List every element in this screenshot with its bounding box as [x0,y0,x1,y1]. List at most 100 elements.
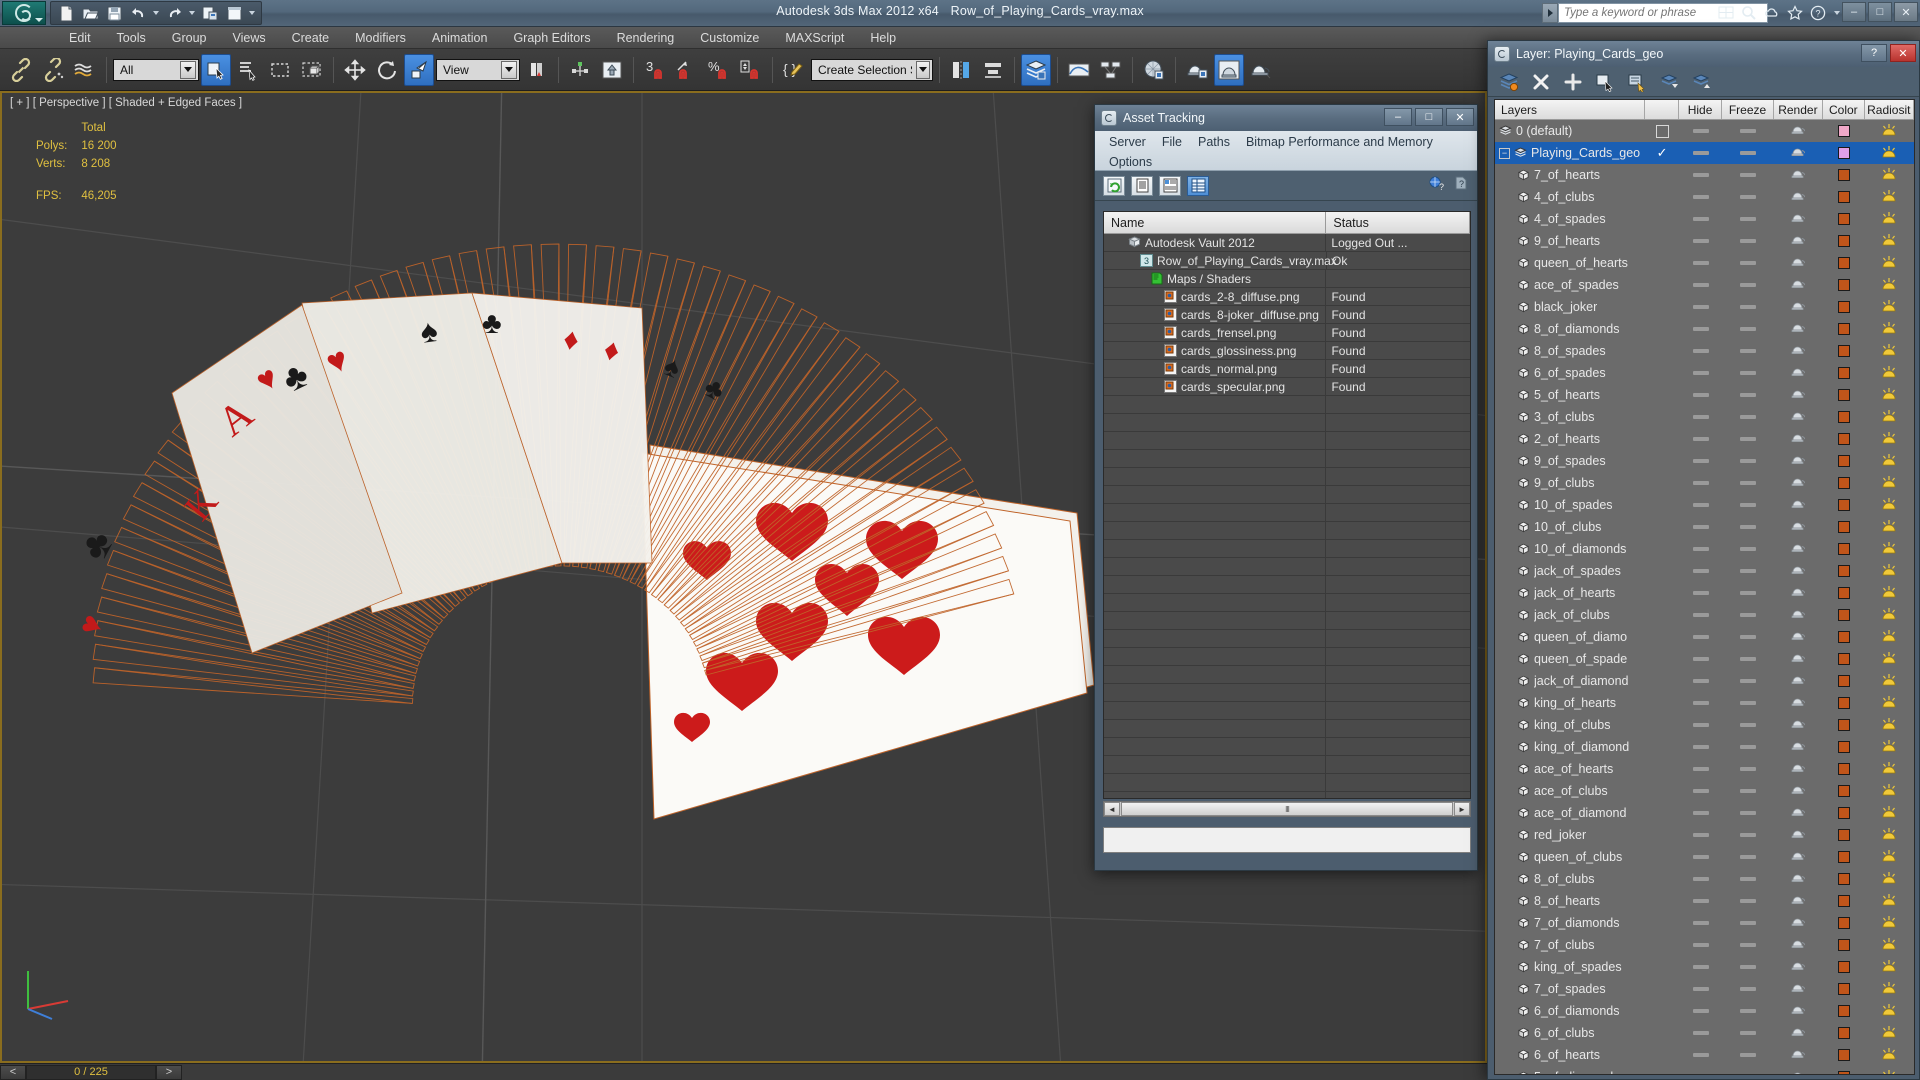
menu-item-create[interactable]: Create [279,27,343,49]
asset-tracking-grid[interactable]: Name Status Autodesk Vault 2012 Logged Ou… [1103,211,1471,799]
layer-radiosity-toggle[interactable] [1865,871,1914,888]
layer-column-color[interactable]: Color [1823,100,1865,119]
add-selection-to-layer-icon[interactable] [1562,71,1584,93]
layer-freeze-toggle[interactable] [1722,635,1773,639]
object-row[interactable]: ace_of_hearts [1495,758,1914,780]
maximize-button[interactable]: □ [1868,2,1892,22]
layer-freeze-toggle[interactable] [1722,877,1773,881]
layer-freeze-toggle[interactable] [1722,701,1773,705]
expander-icon[interactable]: − [1499,147,1510,159]
layer-hide-toggle[interactable] [1679,481,1722,485]
layer-radiosity-toggle[interactable] [1865,893,1914,910]
minimize-button[interactable]: – [1842,2,1866,22]
grid-view-icon[interactable] [1187,175,1209,196]
layer-color-swatch[interactable] [1823,257,1864,269]
asset-row-empty[interactable] [1104,576,1470,594]
layer-render-toggle[interactable] [1774,739,1823,755]
layer-radiosity-toggle[interactable] [1865,739,1914,756]
layer-color-swatch[interactable] [1823,609,1864,621]
menu-item-maxscript[interactable]: MAXScript [772,27,857,49]
refresh-icon[interactable] [1103,175,1125,196]
layer-color-swatch[interactable] [1823,763,1864,775]
layer-hide-toggle[interactable] [1679,503,1722,507]
layer-hide-toggle[interactable] [1679,767,1722,771]
layer-hide-toggle[interactable] [1679,877,1722,881]
layer-radiosity-toggle[interactable] [1865,387,1914,404]
layer-render-toggle[interactable] [1774,519,1823,535]
layer-render-toggle[interactable] [1774,673,1823,689]
layer-hide-toggle[interactable] [1679,173,1722,177]
asset-row-empty[interactable] [1104,522,1470,540]
layer-render-toggle[interactable] [1774,1069,1823,1074]
edit-named-selection-sets-icon[interactable]: { } [779,54,809,86]
layer-render-toggle[interactable] [1774,387,1823,403]
menu-item-group[interactable]: Group [159,27,220,49]
angle-snap-toggle-icon[interactable] [672,54,702,86]
object-row[interactable]: 8_of_clubs [1495,868,1914,890]
layer-freeze-toggle[interactable] [1722,547,1773,551]
layer-radiosity-toggle[interactable] [1865,673,1914,690]
object-row[interactable]: 5_of_hearts [1495,384,1914,406]
layer-current-toggle[interactable] [1645,124,1679,138]
layer-color-swatch[interactable] [1823,191,1864,203]
layer-hide-toggle[interactable] [1679,283,1722,287]
object-row[interactable]: 10_of_clubs [1495,516,1914,538]
layer-radiosity-toggle[interactable] [1865,365,1914,382]
select-objects-in-layer-icon[interactable] [1594,71,1616,93]
layer-color-swatch[interactable] [1823,829,1864,841]
layer-hide-toggle[interactable] [1679,393,1722,397]
layer-freeze-toggle[interactable] [1722,921,1773,925]
layer-freeze-toggle[interactable] [1722,569,1773,573]
menu-item-rendering[interactable]: Rendering [604,27,688,49]
layer-render-toggle[interactable] [1774,409,1823,425]
layer-color-swatch[interactable] [1823,1049,1864,1061]
layer-freeze-toggle[interactable] [1722,1031,1773,1035]
layer-color-swatch[interactable] [1823,851,1864,863]
select-object-button[interactable] [201,53,231,86]
layer-color-swatch[interactable] [1823,411,1864,423]
asset-minimize-button[interactable]: – [1384,108,1412,126]
layer-hide-toggle[interactable] [1679,261,1722,265]
layer-radiosity-toggle[interactable] [1865,343,1914,360]
asset-menu-file[interactable]: File [1154,132,1190,152]
layer-freeze-toggle[interactable] [1722,305,1773,309]
layer-color-swatch[interactable] [1823,455,1864,467]
layer-freeze-toggle[interactable] [1722,657,1773,661]
layer-color-swatch[interactable] [1823,895,1864,907]
layer-freeze-toggle[interactable] [1722,987,1773,991]
layer-radiosity-toggle[interactable] [1865,563,1914,580]
layer-freeze-toggle[interactable] [1722,393,1773,397]
layer-row[interactable]: − Playing_Cards_geo ✓ [1495,142,1914,164]
layer-hide-toggle[interactable] [1679,217,1722,221]
object-row[interactable]: 6_of_clubs [1495,1022,1914,1044]
layer-color-swatch[interactable] [1823,213,1864,225]
layer-color-swatch[interactable] [1823,323,1864,335]
asset-row-empty[interactable] [1104,414,1470,432]
layer-radiosity-toggle[interactable] [1865,519,1914,536]
layer-freeze-toggle[interactable] [1722,767,1773,771]
chevron-down-icon[interactable] [915,60,930,79]
asset-row-empty[interactable] [1104,630,1470,648]
viewport-label[interactable]: [ + ] [ Perspective ] [ Shaded + Edged F… [10,97,242,109]
layer-color-swatch[interactable] [1823,807,1864,819]
asset-row-empty[interactable] [1104,396,1470,414]
spinner-snap-toggle-icon[interactable] [736,54,766,86]
layer-render-toggle[interactable] [1774,299,1823,315]
layer-hide-toggle[interactable] [1679,547,1722,551]
help-dropdown-icon[interactable] [1834,10,1840,15]
layer-hide-toggle[interactable] [1679,1009,1722,1013]
curve-editor-icon[interactable] [1064,54,1094,86]
object-row[interactable]: jack_of_hearts [1495,582,1914,604]
menu-item-edit[interactable]: Edit [56,27,104,49]
layer-hide-toggle[interactable] [1679,613,1722,617]
layer-freeze-toggle[interactable] [1722,327,1773,331]
select-and-move-icon[interactable] [340,54,370,86]
asset-row-empty[interactable] [1104,666,1470,684]
layer-render-toggle[interactable] [1774,343,1823,359]
delete-layer-icon[interactable] [1530,71,1552,93]
asset-row[interactable]: cards_frensel.png Found [1104,324,1470,342]
asset-row-empty[interactable] [1104,702,1470,720]
asset-row-empty[interactable] [1104,738,1470,756]
layer-render-toggle[interactable] [1774,431,1823,447]
object-row[interactable]: queen_of_hearts [1495,252,1914,274]
